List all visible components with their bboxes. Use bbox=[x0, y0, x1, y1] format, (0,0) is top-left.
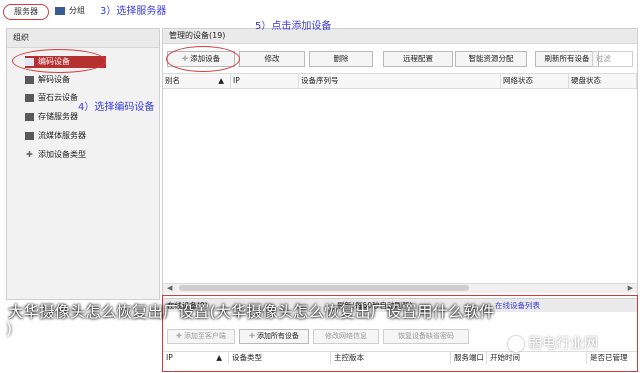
refresh-all-button[interactable]: 刷新所有设备 bbox=[535, 51, 599, 67]
scroll-thumb[interactable] bbox=[179, 285, 469, 291]
annotation-step4: 4）选择编码设备 bbox=[78, 102, 155, 113]
highlight-add-device-oval bbox=[166, 46, 240, 72]
sidebar-item-label: 流媒体服务器 bbox=[38, 131, 86, 140]
column-label: 别名 bbox=[165, 76, 180, 85]
column-serial[interactable]: 设备序列号 bbox=[299, 74, 501, 88]
group-icon bbox=[55, 6, 65, 15]
article-title-overlay-tail: ) bbox=[6, 320, 13, 338]
media-server-icon bbox=[25, 131, 34, 140]
tab-group-label: 分组 bbox=[69, 6, 85, 15]
add-type-icon: ✚ bbox=[26, 149, 33, 159]
article-title-overlay: 大华摄像头怎么恢复出厂设置(大华摄像头怎么恢复出厂设置用什么软件 bbox=[8, 303, 495, 321]
smart-allocation-button[interactable]: 智能资源分配 bbox=[455, 51, 527, 67]
annotation-step5: 5）点击添加设备 bbox=[255, 21, 332, 32]
horizontal-scrollbar[interactable]: ◀ ▶ bbox=[163, 283, 637, 293]
highlight-encoder-oval bbox=[12, 49, 106, 73]
column-network-status[interactable]: 网络状态 bbox=[501, 74, 569, 88]
scroll-right-icon[interactable]: ▶ bbox=[628, 284, 633, 292]
site-logo-text: 弱电行业网 bbox=[528, 336, 598, 352]
sidebar-item-decoder[interactable]: 解码设备 bbox=[25, 74, 70, 86]
sidebar-item-label: 存储服务器 bbox=[38, 112, 78, 121]
sidebar-item-label: 萤石云设备 bbox=[38, 93, 78, 102]
cloud-device-icon bbox=[25, 93, 34, 102]
tab-server[interactable]: 服务器 bbox=[3, 4, 49, 20]
filter-input[interactable]: 过滤 bbox=[592, 51, 633, 67]
device-table-header: 别名 ▲ IP 设备序列号 网络状态 硬盘状态 bbox=[163, 73, 637, 89]
column-alias[interactable]: 别名 ▲ bbox=[163, 74, 231, 88]
column-ip[interactable]: IP bbox=[231, 74, 299, 88]
sidebar-item-label: 添加设备类型 bbox=[38, 150, 86, 159]
decoder-device-icon bbox=[25, 75, 34, 84]
sidebar-item-label: 解码设备 bbox=[38, 75, 70, 84]
logo-icon bbox=[508, 336, 524, 352]
sort-arrow-icon: ▲ bbox=[218, 76, 224, 85]
delete-button[interactable]: 删除 bbox=[309, 51, 373, 67]
annotation-step3: 3）选择服务器 bbox=[100, 6, 167, 17]
column-disk-status[interactable]: 硬盘状态 bbox=[569, 74, 637, 88]
modify-button[interactable]: 修改 bbox=[239, 51, 305, 67]
sidebar-header: 组织 bbox=[7, 29, 159, 48]
storage-server-icon bbox=[25, 112, 34, 121]
sidebar-item-add-type[interactable]: ✚ 添加设备类型 bbox=[25, 149, 86, 161]
scroll-left-icon[interactable]: ◀ bbox=[167, 284, 172, 292]
sidebar-item-storage[interactable]: 存储服务器 bbox=[25, 111, 78, 123]
sidebar-item-cloud[interactable]: 萤石云设备 bbox=[25, 92, 78, 104]
tab-group[interactable]: 分组 bbox=[55, 4, 95, 18]
sidebar-item-media[interactable]: 流媒体服务器 bbox=[25, 130, 86, 142]
site-logo: 弱电行业网 bbox=[508, 334, 598, 354]
panel-title: 管理的设备(19) bbox=[163, 29, 637, 44]
remote-config-button[interactable]: 远程配置 bbox=[383, 51, 453, 67]
managed-devices-panel: 管理的设备(19) ✚ 添加设备 修改 删除 远程配置 智能资源分配 刷新所有设备… bbox=[162, 28, 638, 300]
